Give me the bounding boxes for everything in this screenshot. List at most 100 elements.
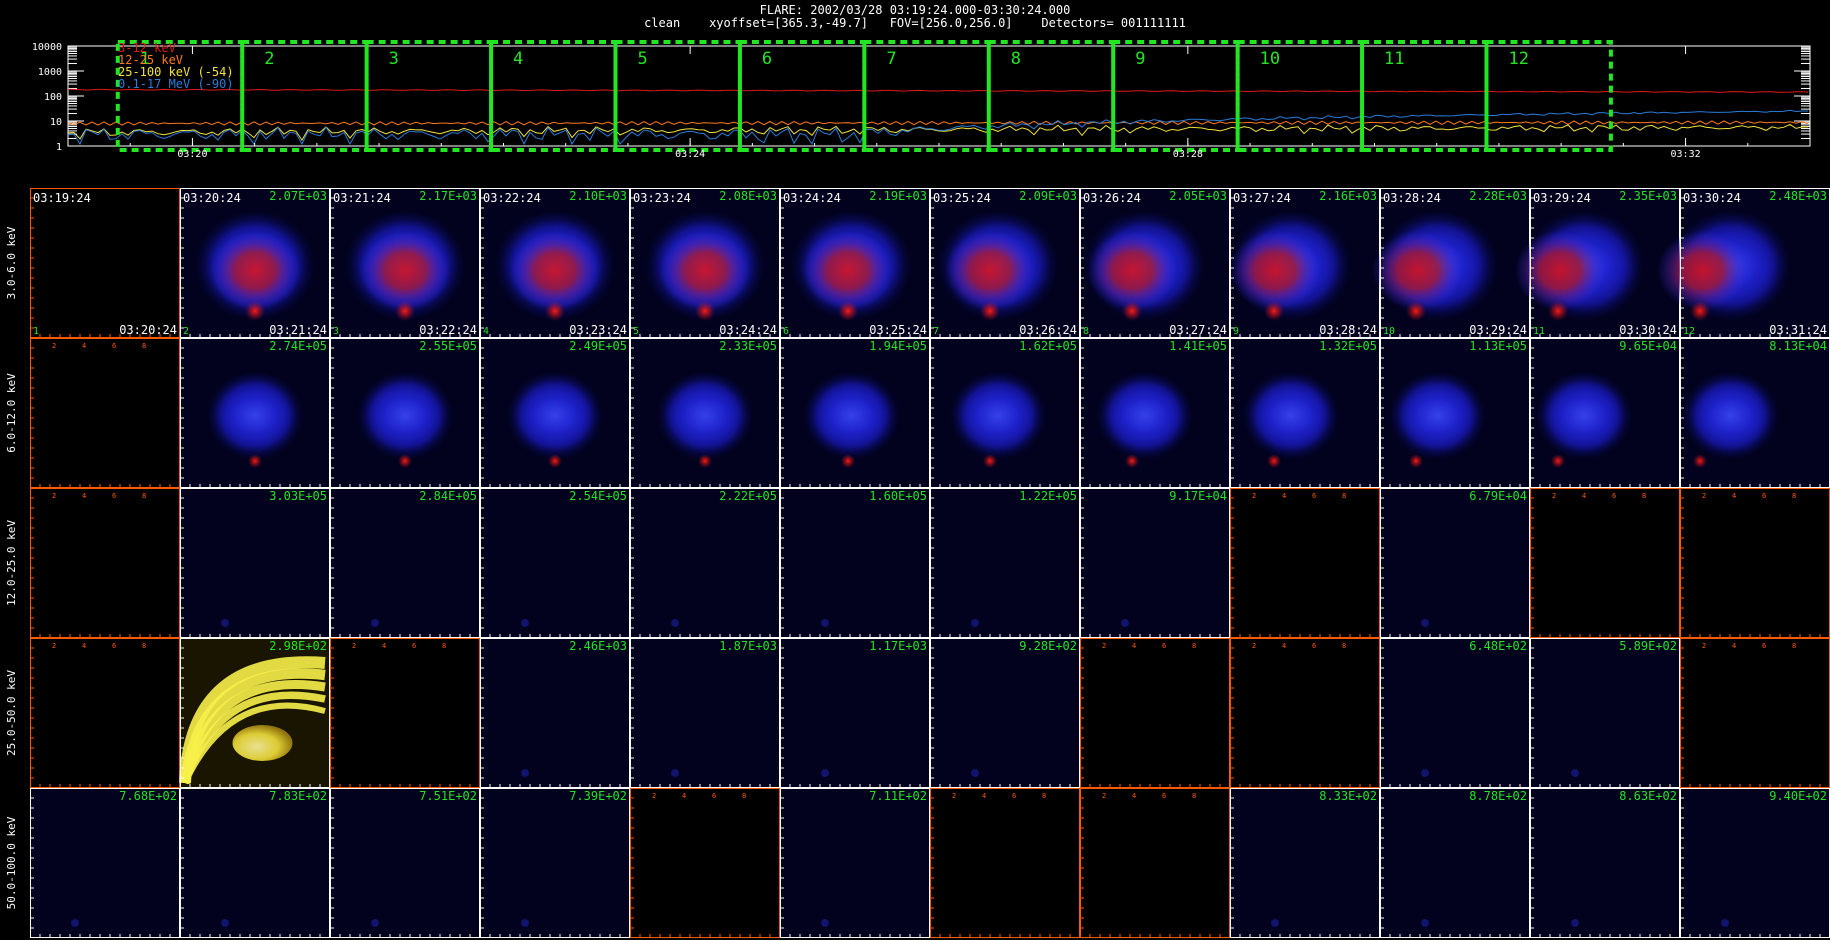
cell-axis-label: 6 — [1312, 642, 1316, 650]
image-cell: 2 4 6 8 — [1530, 488, 1680, 638]
cell-axis-label: 8 — [742, 792, 746, 800]
image-cell: 2.33E+05 — [630, 338, 780, 488]
cell-axis-label: 4 — [1282, 492, 1286, 500]
interval-number: 7 — [886, 49, 896, 69]
faint-emission — [821, 919, 829, 927]
interval-number: 5 — [637, 49, 647, 69]
end-time: 03:20:24 — [119, 323, 177, 337]
peak-value: 2.46E+03 — [569, 639, 627, 653]
emission-core — [1548, 301, 1568, 321]
cell-background — [780, 638, 930, 788]
emission-body — [1230, 230, 1320, 311]
image-cell: 2.09E+03 03:25:24 03:26:24 7 — [930, 188, 1080, 338]
end-time: 03:21:24 — [269, 323, 327, 337]
faint-emission — [671, 619, 679, 627]
emission-core — [548, 454, 562, 468]
emission-body — [360, 230, 450, 311]
faint-emission — [521, 619, 529, 627]
energy-band-label: 12.0-25.0 keV — [5, 520, 18, 606]
start-time: 03:30:24 — [1683, 191, 1741, 205]
interval-index: 7 — [933, 326, 939, 337]
cell-axis-label: 8 — [1792, 492, 1796, 500]
emission-arc — [1701, 393, 1760, 438]
end-time: 03:27:24 — [1169, 323, 1227, 337]
image-cell: 9.40E+02 — [1680, 788, 1830, 938]
cell-axis-label: 4 — [682, 792, 686, 800]
image-cell: 2.17E+03 03:21:24 03:22:24 3 — [330, 188, 480, 338]
cell-background — [1380, 488, 1530, 638]
start-time: 03:24:24 — [783, 191, 841, 205]
peak-value: 9.40E+02 — [1769, 789, 1827, 803]
image-cell: 1.41E+05 — [1080, 338, 1230, 488]
emission-arc — [969, 393, 1027, 438]
cell-axis-label: 6 — [712, 792, 716, 800]
cell-axis-label: 2 — [1252, 492, 1256, 500]
cell-axis-label: 6 — [1762, 492, 1766, 500]
cell-axis-label: 4 — [982, 792, 986, 800]
faint-emission — [1421, 769, 1429, 777]
image-cell: 2.98E+02 — [179, 638, 330, 788]
image-cell: 2.55E+05 — [330, 338, 480, 488]
image-cell: 2 4 6 8 — [1080, 638, 1230, 788]
image-cell: 2 4 6 8 — [30, 638, 180, 788]
cell-axis-label: 8 — [142, 342, 146, 350]
image-cell: 7.83E+02 — [180, 788, 330, 938]
peak-value: 7.51E+02 — [419, 789, 477, 803]
peak-value: 2.48E+03 — [1769, 189, 1827, 203]
emission-body — [1657, 230, 1748, 311]
interval-number: 12 — [1508, 49, 1528, 69]
cell-background — [30, 488, 180, 638]
emission-core — [1264, 301, 1284, 321]
start-time: 03:26:24 — [1083, 191, 1141, 205]
cell-axis-label: 2 — [1102, 642, 1106, 650]
start-time: 03:20:24 — [183, 191, 241, 205]
emission-core — [395, 301, 415, 321]
cell-axis-label: 8 — [442, 642, 446, 650]
peak-value: 6.48E+02 — [1469, 639, 1527, 653]
image-grid: 3.0-6.0 keV 6.0-12.0 keV 12.0-25.0 keV 25.0… — [5, 188, 1830, 938]
energy-band-labels: 3.0-6.0 keV 6.0-12.0 keV 12.0-25.0 keV 25.0… — [5, 226, 18, 909]
peak-value: 2.09E+03 — [1019, 189, 1077, 203]
emission-arc — [1262, 393, 1320, 438]
peak-value: 7.11E+02 — [869, 789, 927, 803]
peak-value: 9.65E+04 — [1619, 339, 1677, 353]
cell-axis-label: 2 — [52, 642, 56, 650]
faint-emission — [521, 769, 529, 777]
interval-index: 6 — [783, 326, 789, 337]
image-cell: 6.79E+04 — [1380, 488, 1530, 638]
peak-value: 2.28E+03 — [1469, 189, 1527, 203]
cell-background — [180, 488, 330, 638]
cell-background — [1080, 638, 1230, 788]
image-cell: 1.17E+03 — [780, 638, 930, 788]
image-cell: 2.54E+05 — [480, 488, 630, 638]
peak-value: 1.62E+05 — [1019, 339, 1077, 353]
image-cell: 6.48E+02 — [1380, 638, 1530, 788]
energy-band-label: 50.0-100.0 keV — [5, 816, 18, 909]
peak-value: 2.33E+05 — [719, 339, 777, 353]
image-cell: 7.39E+02 — [480, 788, 630, 938]
peak-value: 8.63E+02 — [1619, 789, 1677, 803]
image-cell: 2 4 6 8 — [1680, 638, 1830, 788]
start-time: 03:27:24 — [1233, 191, 1291, 205]
peak-value: 1.94E+05 — [869, 339, 927, 353]
image-cell: 1.22E+05 — [930, 488, 1080, 638]
image-cell: 03:19:24 03:20:24 1 — [30, 188, 180, 338]
image-cell: 8.33E+02 — [1230, 788, 1380, 938]
image-cell: 2 4 6 8 — [1230, 638, 1380, 788]
emission-body — [1515, 230, 1605, 311]
cell-background — [1530, 638, 1680, 788]
image-cell: 1.60E+05 — [780, 488, 930, 638]
peak-value: 2.08E+03 — [719, 189, 777, 203]
emission-core — [545, 301, 565, 321]
x-tick-label: 03:24 — [675, 149, 705, 160]
image-cell: 2 4 6 8 — [930, 788, 1080, 938]
faint-emission — [521, 919, 529, 927]
cell-axis-label: 4 — [1132, 792, 1136, 800]
start-time: 03:25:24 — [933, 191, 991, 205]
emission-core — [841, 454, 855, 468]
image-cell: 7.11E+02 — [780, 788, 930, 938]
image-cell: 8.78E+02 — [1380, 788, 1530, 938]
image-cell: 2.84E+05 — [330, 488, 480, 638]
image-cell: 2.48E+03 03:30:24 03:31:24 12 — [1657, 188, 1830, 338]
peak-value: 2.54E+05 — [569, 489, 627, 503]
